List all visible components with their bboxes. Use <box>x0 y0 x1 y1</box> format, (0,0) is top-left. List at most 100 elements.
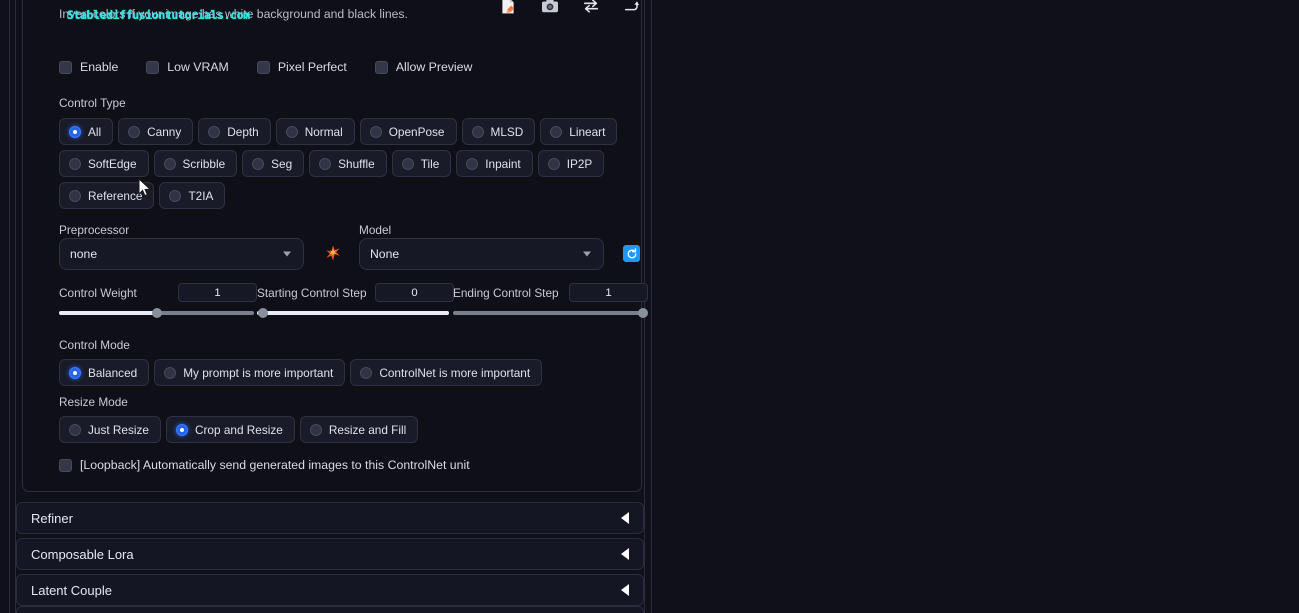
radio-indicator[interactable] <box>69 157 81 170</box>
control-weight-slider[interactable] <box>59 308 254 318</box>
resize-mode-radio-group: Just Resize Crop and Resize Resize and F… <box>59 416 639 443</box>
radio-indicator[interactable] <box>169 189 182 202</box>
checkbox-low-vram-box[interactable] <box>146 60 160 74</box>
chevron-left-icon[interactable] <box>621 548 629 560</box>
radio-indicator[interactable] <box>547 157 560 170</box>
radio-indicator[interactable] <box>69 423 81 436</box>
radio-indicator[interactable] <box>471 125 484 138</box>
slider-knob[interactable] <box>257 308 268 318</box>
accordion-script-partial[interactable]: Script <box>16 606 644 613</box>
slider-knob[interactable] <box>638 308 649 318</box>
radio-indicator[interactable] <box>69 125 81 138</box>
control-type-option-label: Normal <box>304 124 343 139</box>
preprocessor-value: none <box>70 247 98 261</box>
radio-indicator[interactable] <box>466 157 479 170</box>
radio-indicator[interactable] <box>69 366 81 379</box>
resize-mode-option-just-resize[interactable]: Just Resize <box>59 416 161 443</box>
radio-indicator[interactable] <box>164 366 177 379</box>
control-type-option-tile[interactable]: Tile <box>391 150 452 177</box>
checkbox-enable-box[interactable] <box>59 60 72 74</box>
control-mode-label: Control Mode <box>59 338 130 352</box>
starting-control-step-input[interactable]: 0 <box>375 283 454 302</box>
chevron-left-icon[interactable] <box>621 584 629 596</box>
chevron-down-icon[interactable] <box>583 251 591 257</box>
model-dropdown[interactable]: None <box>359 238 604 270</box>
control-type-option-openpose[interactable]: OpenPose <box>359 118 457 145</box>
refresh-models-button[interactable] <box>623 245 640 262</box>
radio-indicator[interactable] <box>309 423 322 436</box>
swap-arrows-icon[interactable] <box>580 0 602 17</box>
preprocessor-label: Preprocessor <box>59 223 130 237</box>
accordion-refiner[interactable]: Refiner <box>16 502 644 534</box>
radio-indicator[interactable] <box>401 157 414 170</box>
model-label: Model <box>359 223 392 237</box>
radio-indicator[interactable] <box>550 125 563 138</box>
radio-indicator[interactable] <box>285 125 298 138</box>
starting-control-step-slider[interactable] <box>257 308 449 318</box>
checkbox-low-vram[interactable]: Low VRAM <box>146 60 229 74</box>
radio-indicator[interactable] <box>252 157 265 170</box>
control-type-option-label: Shuffle <box>338 156 375 171</box>
checkbox-pixel-perfect[interactable]: Pixel Perfect <box>256 60 347 74</box>
checkbox-allow-preview-box[interactable] <box>374 60 388 74</box>
control-mode-option-my-prompt[interactable]: My prompt is more important <box>154 359 346 386</box>
control-type-option-all[interactable]: All <box>59 118 114 145</box>
accordion-latent-couple[interactable]: Latent Couple <box>16 574 644 606</box>
resize-mode-option-resize-and-fill[interactable]: Resize and Fill <box>299 416 419 443</box>
app-root: Invert colors if your image has white ba… <box>0 0 1299 613</box>
edit-document-icon[interactable] <box>497 0 519 17</box>
resize-mode-option-crop-and-resize[interactable]: Crop and Resize <box>165 416 295 443</box>
checkbox-allow-preview[interactable]: Allow Preview <box>374 60 472 74</box>
radio-indicator[interactable] <box>69 189 81 202</box>
resize-mode-option-label: Just Resize <box>88 422 149 437</box>
control-weight-input[interactable]: 1 <box>178 283 257 302</box>
radio-indicator[interactable] <box>360 366 373 379</box>
slider-knob[interactable] <box>151 308 162 318</box>
control-type-option-softedge[interactable]: SoftEdge <box>59 150 149 177</box>
camera-icon[interactable] <box>539 0 561 17</box>
resize-mode-option-label: Crop and Resize <box>194 422 283 437</box>
control-type-radio-group: All Canny Depth Normal OpenPose MLSD Lin… <box>59 118 639 209</box>
radio-indicator[interactable] <box>163 157 176 170</box>
ending-control-step-input[interactable]: 1 <box>569 283 648 302</box>
control-type-option-canny[interactable]: Canny <box>118 118 194 145</box>
control-type-option-label: Scribble <box>182 156 226 171</box>
starting-control-step-label: Starting Control Step <box>257 286 367 300</box>
control-type-option-label: Seg <box>271 156 293 171</box>
radio-indicator[interactable] <box>319 157 332 170</box>
control-type-option-mlsd[interactable]: MLSD <box>461 118 536 145</box>
control-type-option-inpaint[interactable]: Inpaint <box>456 150 533 177</box>
control-type-option-shuffle[interactable]: Shuffle <box>309 150 387 177</box>
chevron-down-icon[interactable] <box>283 251 291 257</box>
resize-mode-option-label: Resize and Fill <box>328 422 407 437</box>
radio-indicator[interactable] <box>128 125 141 138</box>
checkbox-loopback-box[interactable] <box>59 458 72 472</box>
spark-icon[interactable] <box>324 244 342 262</box>
radio-indicator[interactable] <box>175 423 188 436</box>
control-mode-option-controlnet[interactable]: ControlNet is more important <box>350 359 543 386</box>
accordion-composable-lora[interactable]: Composable Lora <box>16 538 644 570</box>
control-type-option-normal[interactable]: Normal <box>275 118 355 145</box>
ending-control-step-label: Ending Control Step <box>453 286 559 300</box>
ending-control-step-slider[interactable] <box>453 308 649 318</box>
radio-indicator[interactable] <box>208 125 221 138</box>
control-type-option-ip2p[interactable]: IP2P <box>537 150 605 177</box>
control-type-option-seg[interactable]: Seg <box>242 150 305 177</box>
control-weight-value: 1 <box>214 286 221 299</box>
checkbox-enable[interactable]: Enable <box>59 60 118 74</box>
control-type-option-scribble[interactable]: Scribble <box>153 150 238 177</box>
checkbox-pixel-perfect-box[interactable] <box>256 60 270 74</box>
control-type-option-lineart[interactable]: Lineart <box>540 118 618 145</box>
checkbox-loopback[interactable]: [Loopback] Automatically send generated … <box>59 458 470 472</box>
control-type-option-depth[interactable]: Depth <box>198 118 271 145</box>
chevron-left-icon[interactable] <box>621 512 629 524</box>
radio-indicator[interactable] <box>369 125 382 138</box>
starting-control-step-value: 0 <box>411 286 418 299</box>
control-type-option-t2ia[interactable]: T2IA <box>159 182 226 209</box>
control-type-option-label: Depth <box>227 124 259 139</box>
send-arrow-icon[interactable] <box>621 0 643 17</box>
preprocessor-dropdown[interactable]: none <box>59 238 304 270</box>
control-type-option-reference[interactable]: Reference <box>59 182 155 209</box>
control-mode-option-balanced[interactable]: Balanced <box>59 359 150 386</box>
control-type-option-label: Tile <box>420 156 440 171</box>
